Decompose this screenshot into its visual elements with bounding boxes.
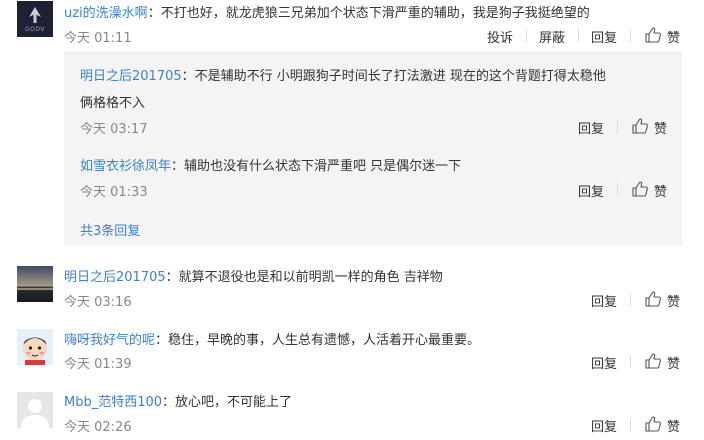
thumbs-up-icon[interactable] bbox=[644, 352, 662, 370]
more-replies-link[interactable]: 共3条回复 bbox=[80, 220, 140, 239]
divider bbox=[630, 418, 631, 431]
avatar[interactable]: GODV bbox=[17, 1, 53, 37]
reply-button[interactable]: 回复 bbox=[591, 416, 617, 435]
comment-time: 今天 01:39 bbox=[64, 357, 132, 372]
reply-row-0-line1: 明日之后201705：不是辅助不行 小明跟狗子时间长了打法激进 现在的这个背题打… bbox=[80, 65, 606, 84]
comment-username[interactable]: uzi的洗澡水啊 bbox=[64, 6, 148, 21]
comment-text: ：放心吧，不可能上了 bbox=[162, 395, 293, 410]
comment-username[interactable]: Mbb_范特西100 bbox=[64, 395, 162, 410]
comment-row-3-text: Mbb_范特西100：放心吧，不可能上了 bbox=[64, 391, 292, 410]
comment-time: 今天 01:11 bbox=[64, 31, 132, 46]
reply-time: 今天 01:33 bbox=[80, 185, 148, 200]
default-avatar-icon bbox=[17, 392, 53, 428]
thumbs-up-icon[interactable] bbox=[631, 180, 649, 198]
avatar[interactable] bbox=[17, 392, 53, 428]
divider bbox=[617, 183, 618, 196]
divider bbox=[617, 120, 618, 133]
comment-username[interactable]: 嗨呀我好气的呢 bbox=[64, 333, 155, 348]
comment-text: ：不打也好，就龙虎狼三兄弟加个状态下滑严重的辅助，我是狗子我挺绝望的 bbox=[147, 6, 590, 21]
avatar-image bbox=[17, 266, 53, 302]
comment-time: 今天 03:16 bbox=[64, 295, 132, 310]
divider bbox=[630, 355, 631, 368]
divider bbox=[526, 29, 527, 42]
reply-button[interactable]: 回复 bbox=[591, 353, 617, 372]
like-button[interactable]: 赞 bbox=[667, 27, 680, 46]
reply-button[interactable]: 回复 bbox=[591, 27, 617, 46]
reply-text-continued: 俩格格不入 bbox=[80, 96, 146, 111]
divider bbox=[630, 29, 631, 42]
thumbs-up-icon[interactable] bbox=[631, 117, 649, 135]
like-button[interactable]: 赞 bbox=[667, 291, 680, 310]
reply-time: 今天 03:17 bbox=[80, 122, 148, 137]
reply-button[interactable]: 回复 bbox=[591, 291, 617, 310]
comment-time: 今天 02:26 bbox=[64, 420, 132, 435]
comment-text: ：就算不退役也是和以前明凯一样的角色 吉祥物 bbox=[165, 270, 443, 285]
comment-text: ：稳住，早晚的事，人生总有遗憾，人活着开心最重要。 bbox=[155, 333, 481, 348]
avatar-caption: GODV bbox=[25, 26, 45, 33]
like-button[interactable]: 赞 bbox=[654, 181, 667, 200]
avatar[interactable] bbox=[17, 329, 53, 365]
divider bbox=[578, 29, 579, 42]
block-button[interactable]: 屏蔽 bbox=[539, 27, 565, 46]
thumbs-up-icon[interactable] bbox=[644, 26, 662, 44]
thumbs-up-icon[interactable] bbox=[644, 415, 662, 433]
reply-username[interactable]: 明日之后201705 bbox=[80, 69, 182, 84]
avatar[interactable] bbox=[17, 266, 53, 302]
comment-row-1-text: 明日之后201705：就算不退役也是和以前明凯一样的角色 吉祥物 bbox=[64, 266, 443, 285]
reply-text: ：不是辅助不行 小明跟狗子时间长了打法激进 现在的这个背题打得太稳他 bbox=[181, 69, 606, 84]
like-button[interactable]: 赞 bbox=[654, 118, 667, 137]
reply-button[interactable]: 回复 bbox=[578, 181, 604, 200]
like-button[interactable]: 赞 bbox=[667, 353, 680, 372]
like-button[interactable]: 赞 bbox=[667, 416, 680, 435]
avatar-image bbox=[17, 329, 53, 365]
comment-row-0-text: uzi的洗澡水啊：不打也好，就龙虎狼三兄弟加个状态下滑严重的辅助，我是狗子我挺绝… bbox=[64, 2, 590, 21]
thumbs-up-icon[interactable] bbox=[644, 290, 662, 308]
comment-row-2-text: 嗨呀我好气的呢：稳住，早晚的事，人生总有遗憾，人活着开心最重要。 bbox=[64, 329, 480, 348]
reply-username[interactable]: 如雪衣衫徐凤年 bbox=[80, 159, 171, 174]
comment-username[interactable]: 明日之后201705 bbox=[64, 270, 166, 285]
reply-text: ：辅助也没有什么状态下滑严重吧 只是偶尔迷一下 bbox=[171, 159, 462, 174]
divider bbox=[630, 293, 631, 306]
reply-button[interactable]: 回复 bbox=[578, 118, 604, 137]
reply-row-1-text: 如雪衣衫徐凤年：辅助也没有什么状态下滑严重吧 只是偶尔迷一下 bbox=[80, 155, 461, 174]
report-button[interactable]: 投诉 bbox=[487, 27, 513, 46]
